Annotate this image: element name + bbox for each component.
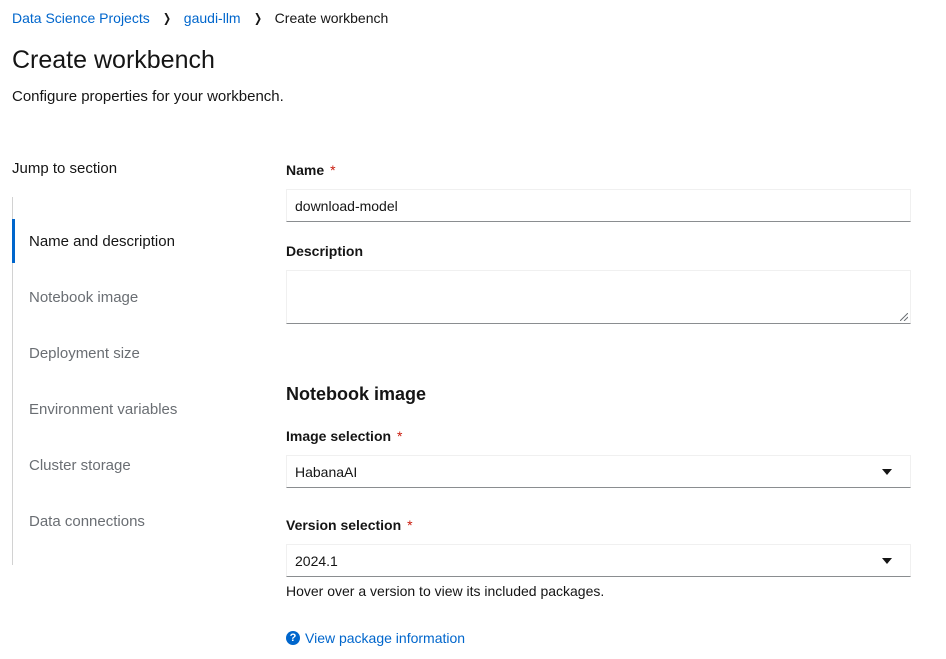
image-selection-label: Image selection * <box>286 428 403 444</box>
version-selection-value: 2024.1 <box>295 552 338 569</box>
jump-item-data-connections[interactable]: Data connections <box>13 499 253 543</box>
chevron-right-icon: ❯ <box>162 11 171 25</box>
image-selection-label-text: Image selection <box>286 428 392 444</box>
version-selection-label: Version selection * <box>286 517 413 533</box>
image-selection-value: HabanaAI <box>295 463 358 480</box>
breadcrumb-link-project[interactable]: gaudi-llm <box>184 10 241 26</box>
version-selection-label-text: Version selection <box>286 517 402 533</box>
description-textarea[interactable] <box>286 270 911 324</box>
page-description: Configure properties for your workbench. <box>12 88 284 105</box>
page-title: Create workbench <box>12 46 215 74</box>
breadcrumb-current: Create workbench <box>274 10 389 26</box>
jump-item-environment-variables[interactable]: Environment variables <box>13 387 253 431</box>
breadcrumb: Data Science Projects ❯ gaudi-llm ❯ Crea… <box>12 10 388 26</box>
jump-item-notebook-image[interactable]: Notebook image <box>13 275 253 319</box>
jump-to-section-nav: Name and description Notebook image Depl… <box>12 197 262 565</box>
resize-grip-icon[interactable] <box>900 313 908 321</box>
jump-to-section-title: Jump to section <box>12 160 118 177</box>
required-indicator: * <box>330 162 336 178</box>
version-helper-text: Hover over a version to view its include… <box>286 583 605 599</box>
view-package-information-label: View package information <box>305 630 466 646</box>
caret-down-icon <box>882 557 892 564</box>
view-package-information-link[interactable]: ? View package information <box>286 630 465 646</box>
image-selection-select[interactable]: HabanaAI <box>286 455 911 488</box>
chevron-right-icon: ❯ <box>253 11 262 25</box>
notebook-image-section-title: Notebook image <box>286 384 427 404</box>
required-indicator: * <box>407 517 413 533</box>
caret-down-icon <box>882 468 892 475</box>
description-label: Description <box>286 243 364 259</box>
jump-item-cluster-storage[interactable]: Cluster storage <box>13 443 253 487</box>
version-selection-select[interactable]: 2024.1 <box>286 544 911 577</box>
jump-item-deployment-size[interactable]: Deployment size <box>13 331 253 375</box>
jump-item-name-and-description[interactable]: Name and description <box>12 219 252 263</box>
name-input[interactable] <box>286 189 911 222</box>
required-indicator: * <box>397 428 403 444</box>
breadcrumb-link-projects[interactable]: Data Science Projects <box>12 10 150 26</box>
name-label-text: Name <box>286 162 325 178</box>
question-circle-icon: ? <box>286 631 300 645</box>
name-label: Name * <box>286 162 336 178</box>
